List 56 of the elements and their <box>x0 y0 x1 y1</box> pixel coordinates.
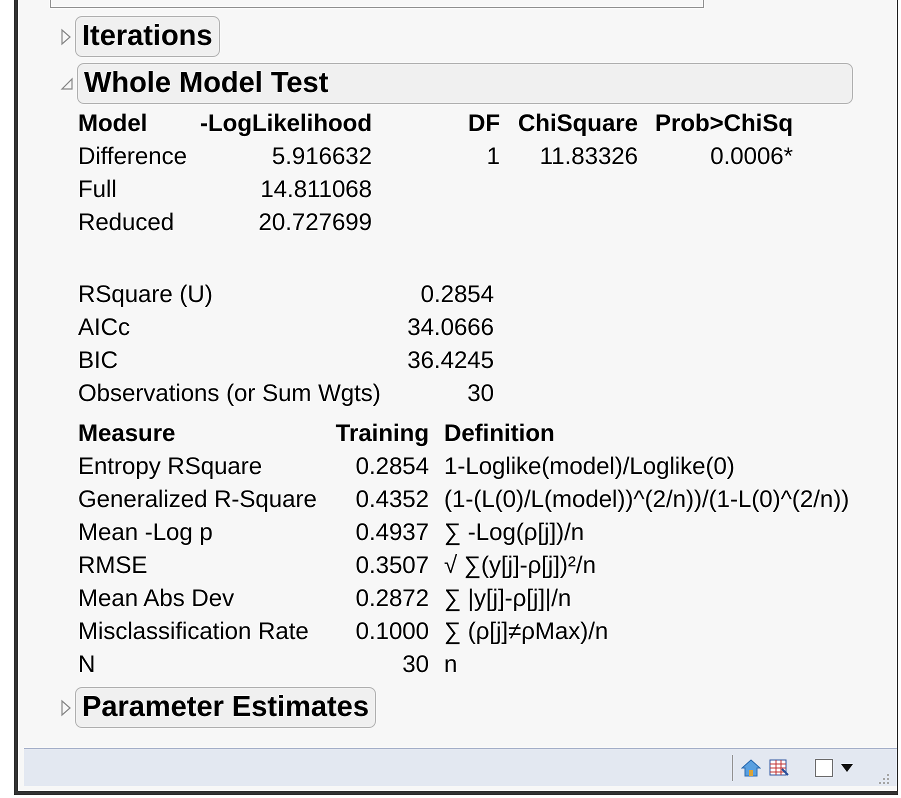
table-cell-text: Mean -Log p <box>78 518 214 548</box>
table-cell-text: Mean Abs Dev <box>78 584 236 614</box>
table-cell-text: 0.2854 <box>354 452 429 482</box>
section-header[interactable]: Whole Model Test <box>77 63 853 104</box>
stat-value: 30 <box>466 378 494 408</box>
column-header: ChiSquare <box>516 108 638 138</box>
table-cell-text: 0.2872 <box>354 584 429 614</box>
column-header: Prob>ChiSq <box>654 108 793 138</box>
stat-label: BIC <box>78 346 120 376</box>
table-cell-text: 0.4937 <box>354 518 429 548</box>
table-cell-text: 20.727699 <box>258 208 372 238</box>
stat-value: 36.4245 <box>406 346 494 376</box>
table-cell-text: 0.1000 <box>354 616 429 646</box>
table-cell-text: Full <box>78 174 118 204</box>
table-cell-text: N <box>78 650 96 680</box>
table-cell-text: 11.83326 <box>538 142 638 172</box>
column-header: Measure <box>78 418 176 448</box>
stat-value: 34.0666 <box>406 312 494 342</box>
column-header: DF <box>467 108 500 138</box>
table-cell-text: 0.3507 <box>354 550 429 580</box>
stat-label: Observations (or Sum Wgts) <box>78 378 382 408</box>
table-cell-text: n <box>444 650 458 680</box>
expand-triangle-icon[interactable] <box>60 698 72 716</box>
checkbox[interactable] <box>815 758 833 776</box>
table-cell-text: ∑ (ρ[j]≠ρMax)/n <box>444 616 608 646</box>
stat-label: RSquare (U) <box>78 280 214 310</box>
table-cell-text: 0.4352 <box>354 484 429 514</box>
table-cell-text: ∑ -Log(ρ[j])/n <box>444 518 584 548</box>
table-cell-text: Generalized R-Square <box>78 484 318 514</box>
expand-triangle-icon[interactable] <box>60 28 72 46</box>
table-cell-text: ∑ |y[j]-ρ[j]|/n <box>444 584 572 614</box>
column-header: -LogLikelihood <box>200 108 372 138</box>
column-header: Model <box>78 108 148 138</box>
table-icon[interactable] <box>769 758 789 776</box>
table-cell-text: 30 <box>401 650 429 680</box>
dropdown-caret-icon[interactable] <box>841 762 853 772</box>
stat-value: 0.2854 <box>420 280 494 310</box>
table-cell-text: √ ∑(y[j]-ρ[j])²/n <box>444 550 596 580</box>
column-header: Definition <box>444 418 555 448</box>
stat-label: AICc <box>78 312 132 342</box>
table-cell-text: 5.916632 <box>270 142 372 172</box>
table-cell-text: RMSE <box>78 550 148 580</box>
table-cell-text: 1 <box>486 142 500 172</box>
table-cell-text: Entropy RSquare <box>78 452 264 482</box>
home-icon[interactable] <box>741 758 761 776</box>
table-cell-text: Reduced <box>78 208 176 238</box>
table-cell-text: 1-Loglike(model)/Loglike(0) <box>444 452 735 482</box>
table-cell-text: (1-(L(0)/L(model))^(2/n))/(1-L(0)^(2/n)) <box>444 484 850 514</box>
section-header[interactable]: Iterations <box>75 16 220 57</box>
table-cell-text: Misclassification Rate <box>78 616 310 646</box>
table-cell-text: 14.811068 <box>259 174 372 204</box>
collapse-triangle-icon[interactable] <box>60 76 74 90</box>
table-cell-text: 0.0006* <box>709 142 793 172</box>
section-header[interactable]: Parameter Estimates <box>75 687 376 728</box>
table-cell-text: Difference <box>78 142 188 172</box>
column-header: Training <box>334 418 429 448</box>
